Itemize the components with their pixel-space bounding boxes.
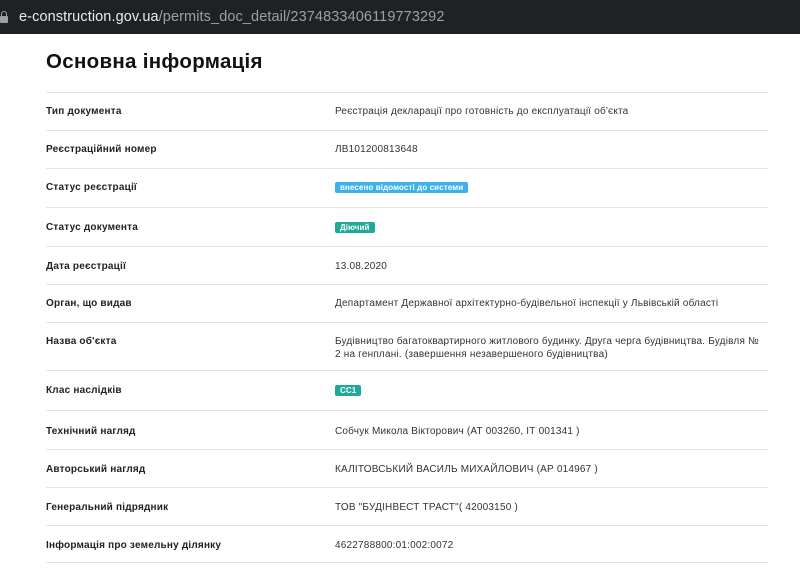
address-bar[interactable]: e-construction.gov.ua/permits_doc_detail… [0, 0, 800, 34]
info-table: Тип документа Реєстрація декларації про … [46, 92, 768, 563]
label-issuer: Орган, що видав [46, 298, 132, 309]
value-doc-type: Реєстрація декларації про готовність до … [335, 106, 629, 117]
row-issuer: Орган, що видав Департамент Державної ар… [46, 284, 768, 322]
label-doc-type: Тип документа [46, 106, 122, 117]
row-author-supervision: Авторський нагляд КАЛІТОВСЬКИЙ ВАСИЛЬ МИ… [46, 449, 768, 487]
row-doc-type: Тип документа Реєстрація декларації про … [46, 92, 768, 130]
doc-status-badge: Діючий [335, 222, 375, 233]
value-author-supervision: КАЛІТОВСЬКИЙ ВАСИЛЬ МИХАЙЛОВИЧ (АР 01496… [335, 464, 598, 475]
url-host: e-construction.gov.ua [19, 9, 159, 25]
label-tech-supervision: Технічний нагляд [46, 426, 136, 437]
row-object-name: Назва об'єкта Будівництво багатоквартирн… [46, 322, 768, 370]
row-consequence-class: Клас наслідків СС1 [46, 370, 768, 410]
label-land-info: Інформація про земельну ділянку [46, 540, 222, 551]
label-author-supervision: Авторський нагляд [46, 464, 146, 475]
label-object-name: Назва об'єкта [46, 336, 117, 347]
row-general-contractor: Генеральний підрядник ТОВ "БУДІНВЕСТ ТРА… [46, 487, 768, 525]
row-reg-number: Реєстраційний номер ЛВ101200813648 [46, 130, 768, 168]
label-reg-number: Реєстраційний номер [46, 144, 157, 155]
value-reg-status-cell: внесено відомості до системи [335, 181, 763, 194]
row-tech-supervision: Технічний нагляд Собчук Микола Вікторови… [46, 410, 768, 449]
url-path: /permits_doc_detail/2374833406119773292 [158, 9, 445, 25]
lock-icon[interactable] [0, 11, 8, 23]
value-land-info: 4622788800:01:002:0072 [335, 540, 454, 551]
value-tech-supervision: Собчук Микола Вікторович (АТ 003260, ІТ … [335, 426, 580, 437]
value-reg-date: 13.08.2020 [335, 261, 388, 272]
consequence-class-badge: СС1 [335, 385, 362, 396]
value-consequence-class-cell: СС1 [335, 384, 763, 397]
value-issuer: Департамент Державної архітектурно-будів… [335, 298, 719, 309]
url-text[interactable]: e-construction.gov.ua/permits_doc_detail… [19, 9, 444, 25]
label-reg-date: Дата реєстрації [46, 261, 126, 272]
row-reg-status: Статус реєстрації внесено відомості до с… [46, 168, 768, 207]
label-reg-status: Статус реєстрації [46, 182, 137, 193]
label-general-contractor: Генеральний підрядник [46, 502, 169, 513]
row-land-info: Інформація про земельну ділянку 46227888… [46, 525, 768, 563]
value-object-name: Будівництво багатоквартирного житлового … [335, 336, 759, 360]
label-doc-status: Статус документа [46, 222, 139, 233]
row-doc-status: Статус документа Діючий [46, 207, 768, 246]
value-general-contractor: ТОВ "БУДІНВЕСТ ТРАСТ"( 42003150 ) [335, 502, 518, 513]
label-consequence-class: Клас наслідків [46, 385, 122, 396]
row-reg-date: Дата реєстрації 13.08.2020 [46, 246, 768, 284]
reg-status-badge: внесено відомості до системи [335, 182, 469, 193]
page-title: Основна інформація [46, 50, 263, 73]
value-reg-number: ЛВ101200813648 [335, 144, 418, 155]
value-doc-status-cell: Діючий [335, 221, 763, 234]
